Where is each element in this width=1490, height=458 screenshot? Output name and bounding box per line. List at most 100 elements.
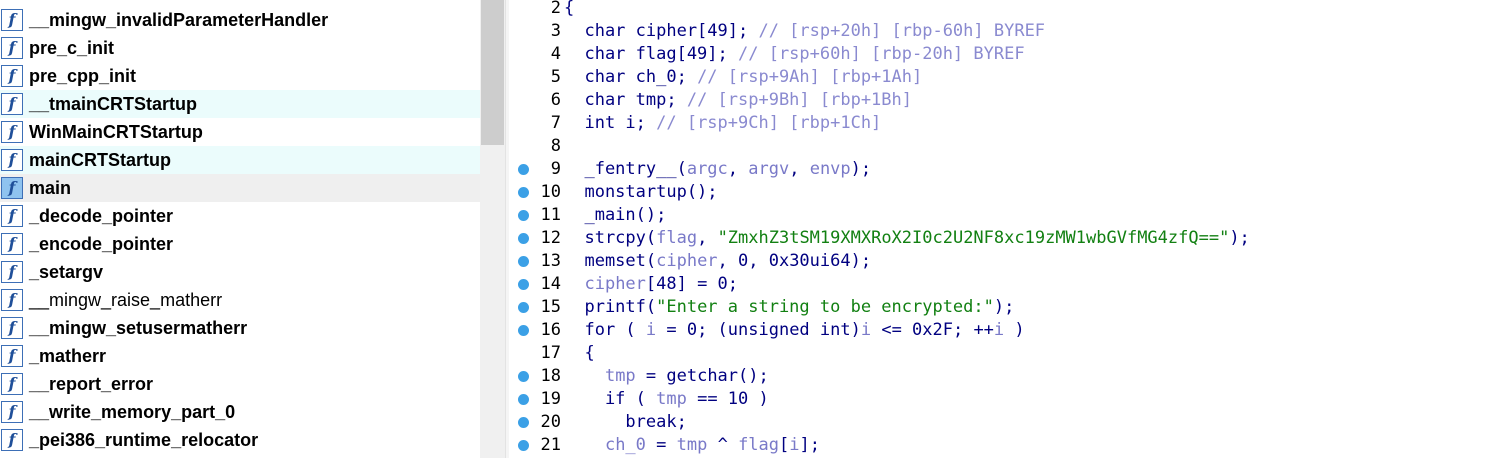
function-list-item[interactable]: f __mingw_raise_matherr: [0, 286, 480, 314]
code-line[interactable]: 8: [509, 135, 1490, 158]
breakpoint-dot-icon[interactable]: [518, 279, 529, 290]
code-token: memset(: [564, 251, 657, 271]
function-list-item[interactable]: f pre_c_init: [0, 34, 480, 62]
code-text: char ch_0; // [rsp+9Ah] [rbp+1Ah]: [564, 66, 922, 89]
function-icon: f: [1, 345, 23, 367]
breakpoint-dot-icon[interactable]: [518, 233, 529, 244]
function-list-item[interactable]: f WinMainCRTStartup: [0, 118, 480, 146]
code-line[interactable]: 20 break;: [509, 411, 1490, 434]
function-name: __mingw_invalidParameterHandler: [29, 10, 329, 30]
function-icon: f: [1, 121, 23, 143]
code-line[interactable]: 18 tmp = getchar();: [509, 365, 1490, 388]
code-token: );: [993, 297, 1015, 317]
code-text: int i; // [rsp+9Ch] [rbp+1Ch]: [564, 112, 881, 135]
function-list-item[interactable]: f main: [0, 174, 480, 202]
code-token: printf(: [564, 297, 657, 317]
code-line[interactable]: 7 int i; // [rsp+9Ch] [rbp+1Ch]: [509, 112, 1490, 135]
breakpoint-dot-icon[interactable]: [518, 187, 529, 198]
code-token: <= 0x2F; ++: [871, 320, 994, 340]
code-token: if (: [564, 389, 657, 409]
line-number: 10: [540, 182, 561, 202]
breakpoint-dot-icon[interactable]: [518, 210, 529, 221]
code-token: );: [850, 159, 872, 179]
function-name: __report_error: [29, 374, 154, 394]
code-line[interactable]: 10 monstartup();: [509, 181, 1490, 204]
code-text: _fentry__(argc, argv, envp);: [564, 158, 871, 181]
breakpoint-dot-icon[interactable]: [518, 325, 529, 336]
function-icon: f: [1, 289, 23, 311]
function-list-item[interactable]: f _matherr: [0, 342, 480, 370]
function-list-item[interactable]: f __report_error: [0, 370, 480, 398]
breakpoint-dot-icon[interactable]: [518, 164, 529, 175]
code-variable: tmp: [676, 435, 708, 455]
code-line[interactable]: 9 _fentry__(argc, argv, envp);: [509, 158, 1490, 181]
code-line[interactable]: 3 char cipher[49]; // [rsp+20h] [rbp-60h…: [509, 20, 1490, 43]
code-line[interactable]: 15 printf("Enter a string to be encrypte…: [509, 296, 1490, 319]
line-number: 6: [550, 90, 561, 110]
code-variable: ch_0: [604, 435, 646, 455]
code-line[interactable]: 12 strcpy(flag, "ZmxhZ3tSM19XMXRoX2I0c2U…: [509, 227, 1490, 250]
line-number: 14: [540, 274, 561, 294]
function-icon: f: [1, 177, 23, 199]
code-line[interactable]: 2{: [509, 0, 1490, 20]
function-list-item[interactable]: f __write_memory_part_0: [0, 398, 480, 426]
code-line[interactable]: 13 memset(cipher, 0, 0x30ui64);: [509, 250, 1490, 273]
code-text: monstartup();: [564, 181, 717, 204]
breakpoint-dot-icon[interactable]: [518, 371, 529, 382]
function-list-item[interactable]: f _decode_pointer: [0, 202, 480, 230]
code-line[interactable]: 19 if ( tmp == 10 ): [509, 388, 1490, 411]
function-list-item[interactable]: f _setargv: [0, 258, 480, 286]
code-line[interactable]: 16 for ( i = 0; (unsigned int)i <= 0x2F;…: [509, 319, 1490, 342]
code-token: ,: [789, 159, 810, 179]
line-number: 15: [540, 297, 561, 317]
code-token: char tmp;: [564, 90, 687, 110]
function-icon: f: [1, 149, 23, 171]
scrollbar-thumb[interactable]: [481, 0, 504, 145]
code-line[interactable]: 14 cipher[48] = 0;: [509, 273, 1490, 296]
function-icon: f: [1, 93, 23, 115]
function-icon: f: [1, 37, 23, 59]
breakpoint-dot-icon[interactable]: [518, 256, 529, 267]
code-variable: i: [645, 320, 657, 340]
code-token: ^: [707, 435, 739, 455]
function-list-item[interactable]: f mainCRTStartup: [0, 146, 480, 174]
code-token: );: [1229, 228, 1250, 248]
functions-scrollbar[interactable]: [480, 0, 505, 458]
code-text: cipher[48] = 0;: [564, 273, 738, 296]
line-number: 3: [550, 21, 561, 41]
breakpoint-dot-icon[interactable]: [518, 394, 529, 405]
function-list-item[interactable]: f __mingw_setusermatherr: [0, 314, 480, 342]
code-token: char cipher[49];: [564, 21, 759, 41]
code-line[interactable]: 5 char ch_0; // [rsp+9Ah] [rbp+1Ah]: [509, 66, 1490, 89]
function-list-item[interactable]: f pre_cpp_init: [0, 62, 480, 90]
line-number: 11: [540, 205, 561, 225]
code-token: break;: [564, 412, 687, 432]
code-token: == 10 ): [686, 389, 769, 409]
function-list-item[interactable]: f __tmainCRTStartup: [0, 90, 480, 118]
code-text: char flag[49]; // [rsp+60h] [rbp-20h] BY…: [564, 43, 1024, 66]
code-token: {: [564, 0, 575, 18]
function-list-item[interactable]: f _encode_pointer: [0, 230, 480, 258]
code-line[interactable]: 11 _main();: [509, 204, 1490, 227]
function-icon: f: [1, 401, 23, 423]
code-line[interactable]: 17 {: [509, 342, 1490, 365]
code-token: _fentry__(: [564, 159, 687, 179]
code-variable: i: [789, 435, 800, 455]
code-line[interactable]: 4 char flag[49]; // [rsp+60h] [rbp-20h] …: [509, 43, 1490, 66]
function-list-item[interactable]: f _pei386_runtime_relocator: [0, 426, 480, 454]
pseudocode-pane[interactable]: 2{3 char cipher[49]; // [rsp+20h] [rbp-6…: [509, 0, 1490, 458]
breakpoint-dot-icon[interactable]: [518, 302, 529, 313]
code-variable: cipher: [656, 251, 718, 271]
code-text: break;: [564, 411, 687, 434]
line-number: 12: [540, 228, 561, 248]
code-line[interactable]: 6 char tmp; // [rsp+9Bh] [rbp+1Bh]: [509, 89, 1490, 112]
code-token: = 0; (unsigned int): [656, 320, 861, 340]
code-line[interactable]: 21 ch_0 = tmp ^ flag[i];: [509, 434, 1490, 457]
code-token: char flag[49];: [564, 44, 738, 64]
breakpoint-dot-icon[interactable]: [518, 440, 529, 451]
function-list-item[interactable]: f __mingw_invalidParameterHandler: [0, 6, 480, 34]
code-comment: // [rsp+20h] [rbp-60h] BYREF: [758, 21, 1046, 41]
breakpoint-dot-icon[interactable]: [518, 417, 529, 428]
